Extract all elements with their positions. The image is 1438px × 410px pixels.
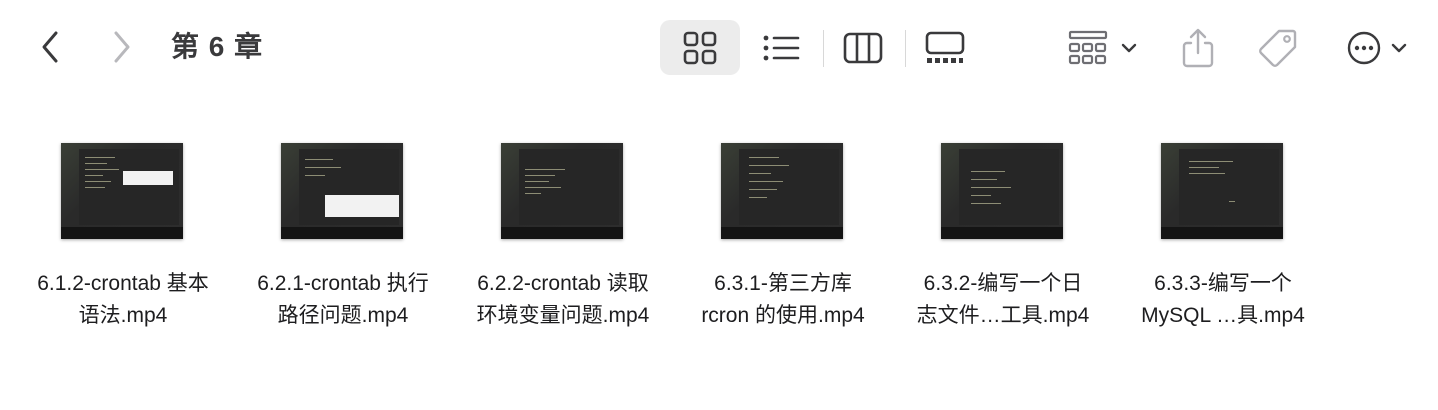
file-item[interactable]: 6.3.1-第三方库 rcron 的使用.mp4 <box>673 110 893 350</box>
chevron-down-icon <box>1121 43 1137 52</box>
video-thumbnail <box>1161 143 1283 239</box>
chevron-down-icon <box>1391 43 1407 52</box>
file-item[interactable]: 6.1.2-crontab 基本 语法.mp4 <box>13 110 233 350</box>
file-name: 6.2.2-crontab 读取 环境变量问题.mp4 <box>453 268 673 332</box>
back-button[interactable] <box>30 24 70 70</box>
file-item[interactable]: 6.2.2-crontab 读取 环境变量问题.mp4 <box>453 110 673 350</box>
group-by-icon <box>1068 30 1108 64</box>
file-name-line: 6.3.3-编写一个 <box>1154 272 1292 295</box>
file-name-line: 语法.mp4 <box>78 304 168 327</box>
file-name: 6.3.2-编写一个日 志文件…工具.mp4 <box>893 268 1113 332</box>
window-title: 第 6 章 <box>171 31 264 62</box>
share-icon <box>1182 28 1214 67</box>
file-name-line: 环境变量问题.mp4 <box>476 304 650 327</box>
file-name: 6.3.1-第三方库 rcron 的使用.mp4 <box>673 268 893 332</box>
column-view-button[interactable] <box>824 20 902 75</box>
video-thumbnail <box>61 143 183 239</box>
column-view-icon <box>843 32 883 63</box>
chevron-right-icon <box>114 31 130 63</box>
toolbar: 第 6 章 <box>0 0 1438 95</box>
file-name-line: 志文件…工具.mp4 <box>916 304 1090 327</box>
video-thumbnail <box>721 143 843 239</box>
file-name-line: 6.2.1-crontab 执行 <box>257 272 429 295</box>
chevron-left-icon <box>42 31 58 63</box>
group-by-button[interactable] <box>1062 20 1144 75</box>
tag-button[interactable] <box>1250 20 1306 75</box>
grid-view-icon <box>683 31 717 64</box>
file-name: 6.1.2-crontab 基本 语法.mp4 <box>13 268 233 332</box>
video-thumbnail <box>501 143 623 239</box>
file-name: 6.3.3-编写一个 MySQL …具.mp4 <box>1113 268 1333 332</box>
file-name-line: rcron 的使用.mp4 <box>701 304 865 327</box>
list-view-button[interactable] <box>742 20 820 75</box>
more-actions-icon <box>1347 31 1381 64</box>
video-thumbnail <box>281 143 403 239</box>
tag-icon <box>1259 29 1297 67</box>
file-name-line: 路径问题.mp4 <box>277 304 409 327</box>
file-name-line: MySQL …具.mp4 <box>1141 304 1305 327</box>
file-name-line: 6.1.2-crontab 基本 <box>37 272 209 295</box>
file-item[interactable]: 6.2.1-crontab 执行 路径问题.mp4 <box>233 110 453 350</box>
icon-view-button[interactable] <box>660 20 740 75</box>
file-grid: 6.1.2-crontab 基本 语法.mp4 6.2.1-crontab 执行… <box>0 110 1438 410</box>
gallery-view-button[interactable] <box>906 20 984 75</box>
video-thumbnail <box>941 143 1063 239</box>
forward-button[interactable] <box>102 24 142 70</box>
share-button[interactable] <box>1172 20 1224 75</box>
file-name-line: 6.3.1-第三方库 <box>714 272 852 295</box>
file-item[interactable]: 6.3.2-编写一个日 志文件…工具.mp4 <box>893 110 1113 350</box>
gallery-view-icon <box>925 31 965 63</box>
file-name: 6.2.1-crontab 执行 路径问题.mp4 <box>233 268 453 332</box>
list-view-icon <box>763 35 800 60</box>
file-name-line: 6.2.2-crontab 读取 <box>477 272 649 295</box>
file-item[interactable]: 6.3.3-编写一个 MySQL …具.mp4 <box>1113 110 1333 350</box>
finder-window: 第 6 章 6.1.2-crontab 基本 语法.mp4 6.2.1-cron… <box>0 0 1438 410</box>
file-name-line: 6.3.2-编写一个日 <box>923 272 1083 295</box>
more-actions-button[interactable] <box>1336 20 1418 75</box>
